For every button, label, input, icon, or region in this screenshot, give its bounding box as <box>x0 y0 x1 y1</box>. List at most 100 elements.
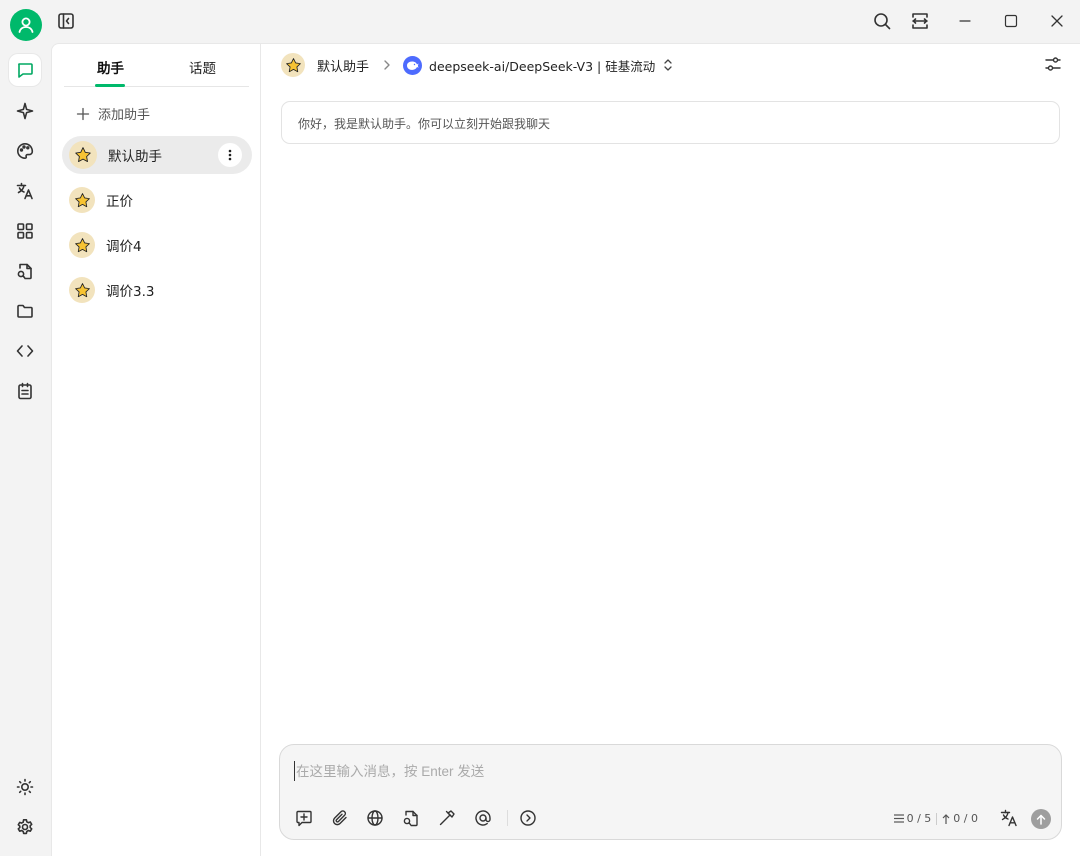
nav-apps[interactable] <box>9 215 41 247</box>
toolbar-divider <box>507 810 508 826</box>
at-sign-icon <box>475 810 491 826</box>
star-icon <box>74 192 90 207</box>
panel-tabs: 助手 话题 <box>64 44 249 87</box>
assistant-avatar <box>69 232 95 258</box>
new-topic-button[interactable] <box>293 807 315 829</box>
star-icon <box>74 282 90 297</box>
nav-notes[interactable] <box>9 375 41 407</box>
star-icon <box>75 147 91 163</box>
file-search-icon <box>403 810 418 827</box>
user-avatar[interactable] <box>10 9 42 41</box>
knowledge-base-button[interactable] <box>400 807 422 829</box>
sliders-icon <box>1045 57 1061 71</box>
mcp-tools-button[interactable] <box>436 807 458 829</box>
tab-topics[interactable]: 话题 <box>189 57 216 77</box>
assistants-panel: 助手 话题 添加助手 默认助手 正价 调价4 调价3.3 <box>51 43 261 856</box>
translate-icon <box>16 182 33 200</box>
close-icon <box>1051 15 1063 27</box>
folder-icon <box>17 304 33 318</box>
whale-icon <box>407 61 419 70</box>
web-search-button[interactable] <box>364 807 386 829</box>
chat-icon <box>18 63 33 78</box>
maximize-icon <box>1004 14 1018 28</box>
current-assistant-avatar[interactable] <box>281 53 305 77</box>
chat-settings-button[interactable] <box>1044 55 1062 73</box>
title-bar <box>0 0 1080 43</box>
theme-toggle[interactable] <box>9 771 41 803</box>
settings-button[interactable] <box>9 811 41 843</box>
context-icon <box>893 814 904 823</box>
globe-icon <box>367 810 383 826</box>
maximize-button[interactable] <box>1000 10 1022 32</box>
search-button[interactable] <box>871 10 893 32</box>
assistant-avatar <box>69 277 95 303</box>
assistant-item[interactable]: 调价4 <box>62 226 252 264</box>
assistant-name: 默认助手 <box>108 149 162 165</box>
expand-button[interactable] <box>517 807 539 829</box>
translate-input-button[interactable] <box>998 807 1020 829</box>
tab-assistants[interactable]: 助手 <box>97 57 124 77</box>
new-topic-icon <box>296 810 312 827</box>
nav-code[interactable] <box>9 335 41 367</box>
sparkle-icon <box>16 102 34 120</box>
assistant-item[interactable]: 默认助手 <box>62 136 252 174</box>
nav-agents[interactable] <box>9 95 41 127</box>
chevron-updown-icon[interactable] <box>663 58 673 72</box>
user-icon <box>18 17 34 33</box>
close-button[interactable] <box>1046 10 1068 32</box>
arrow-up-icon <box>942 813 950 824</box>
context-count: 0 / 5 <box>906 812 932 825</box>
plus-icon <box>76 107 90 120</box>
nav-files[interactable] <box>9 295 41 327</box>
attach-button[interactable] <box>329 807 351 829</box>
assistant-name: 调价3.3 <box>106 284 155 300</box>
narrow-mode-icon <box>912 13 928 29</box>
mention-model-button[interactable] <box>472 807 494 829</box>
token-counter: 0 / 5 0 / 0 <box>893 812 978 825</box>
hammer-icon <box>439 810 455 826</box>
star-icon <box>74 237 90 252</box>
model-provider-logo <box>403 55 423 75</box>
file-search-icon <box>17 263 32 280</box>
nav-translate[interactable] <box>9 175 41 207</box>
token-count: 0 / 0 <box>953 812 978 825</box>
sun-icon <box>16 778 34 796</box>
chevron-right-icon <box>384 60 390 70</box>
minimize-button[interactable] <box>954 10 976 32</box>
chevron-circle-right-icon <box>520 810 536 826</box>
search-icon <box>874 13 891 30</box>
chat-header: 默认助手 deepseek-ai/DeepSeek-V3 | 硅基流动 <box>281 52 673 78</box>
message-input[interactable] <box>294 761 1034 781</box>
send-button[interactable] <box>1031 809 1051 829</box>
translate-icon <box>1000 809 1017 827</box>
message-composer: 0 / 5 0 / 0 <box>279 744 1062 840</box>
star-icon <box>285 57 301 72</box>
apps-icon <box>17 223 33 239</box>
narrow-mode-button[interactable] <box>909 10 931 32</box>
add-assistant-button[interactable]: 添加助手 <box>76 104 150 123</box>
nav-paintings[interactable] <box>9 135 41 167</box>
nav-chat[interactable] <box>9 54 41 86</box>
minimize-icon <box>959 20 971 22</box>
assistant-name: 调价4 <box>106 239 142 255</box>
gear-icon <box>17 819 33 835</box>
assistant-item[interactable]: 正价 <box>62 181 252 219</box>
nav-files-search[interactable] <box>9 255 41 287</box>
current-assistant-name[interactable]: 默认助手 <box>317 56 369 75</box>
clipboard-icon <box>18 382 32 400</box>
more-vertical-icon <box>228 149 232 161</box>
nav-rail <box>0 43 51 856</box>
add-assistant-label: 添加助手 <box>98 108 151 123</box>
sidebar-toggle-icon <box>58 13 74 29</box>
chat-area: 默认助手 deepseek-ai/DeepSeek-V3 | 硅基流动 你好，我… <box>261 43 1080 856</box>
sidebar-toggle-button[interactable] <box>55 10 77 32</box>
model-selector-label[interactable]: deepseek-ai/DeepSeek-V3 | 硅基流动 <box>429 56 655 75</box>
assistant-avatar <box>69 187 95 213</box>
assistant-avatar <box>69 141 97 169</box>
code-icon <box>16 345 34 357</box>
assistant-more-button[interactable] <box>218 143 242 167</box>
assistant-item[interactable]: 调价3.3 <box>62 271 252 309</box>
active-tab-indicator <box>95 84 125 87</box>
arrow-up-icon <box>1036 814 1046 825</box>
paperclip-icon <box>332 810 347 826</box>
